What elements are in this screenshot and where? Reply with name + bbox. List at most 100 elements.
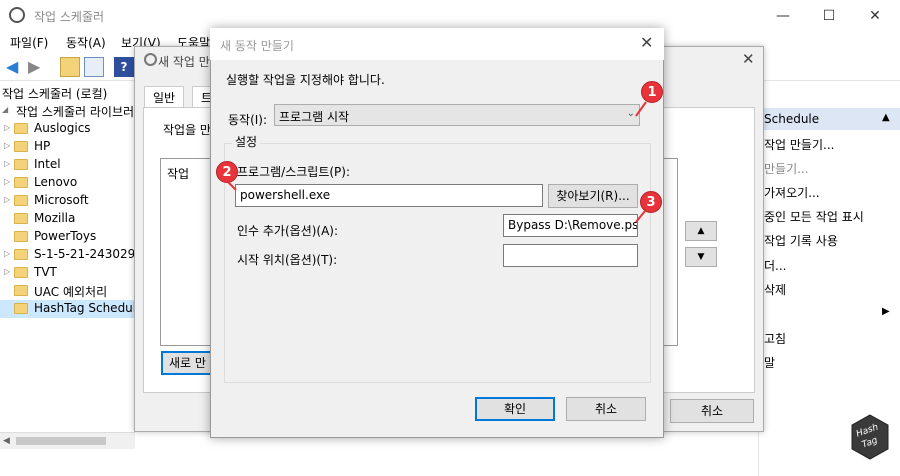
tree-item[interactable]: ▷ S-1-5-21-2430291	[0, 246, 135, 264]
folder-icon	[14, 195, 28, 206]
folder-icon	[14, 177, 28, 188]
tab-general[interactable]: 일반	[144, 86, 185, 108]
action-label: 동작(I):	[228, 113, 268, 127]
back-icon[interactable]: ◀	[6, 57, 26, 77]
tree-item[interactable]: ▷ Lenovo	[0, 174, 135, 192]
arguments-label: 인수 추가(옵션)(A):	[237, 224, 339, 238]
submenu-arrow-icon[interactable]: ▶	[882, 306, 890, 317]
tree-item[interactable]: UAC 예외처리	[0, 282, 135, 300]
new-task-dialog-title: 새 작업 만	[158, 55, 210, 69]
settings-group-label: 설정	[232, 133, 261, 150]
tree-item[interactable]: PowerToys	[0, 228, 135, 246]
chevron-down-icon[interactable]: ⌄	[627, 108, 635, 119]
action-refresh[interactable]: 고침	[764, 330, 786, 347]
actions-header[interactable]: Schedule ▲	[758, 108, 900, 130]
chevron-right-icon[interactable]: ▷	[4, 177, 10, 186]
chevron-right-icon[interactable]: ▷	[4, 159, 10, 168]
folder-icon	[14, 141, 28, 152]
folder-icon	[14, 285, 28, 296]
tree-item[interactable]: ▷ HP	[0, 138, 135, 156]
tree-item-library[interactable]: ◢ 작업 스케줄러 라이브러리	[0, 102, 135, 120]
action-new-folder[interactable]: 더...	[764, 257, 786, 274]
tree-item-selected[interactable]: HashTag Schedule	[0, 300, 135, 318]
scrollbar-thumb[interactable]	[16, 437, 106, 445]
close-icon[interactable]: ✕	[852, 4, 898, 28]
action-import[interactable]: 가져오기...	[764, 184, 820, 201]
tree-item-label: TVT	[34, 265, 57, 279]
instruction-text: 실행할 작업을 지정해야 합니다.	[226, 73, 385, 87]
clock-icon	[9, 7, 25, 23]
tree-item-label: Microsoft	[34, 193, 89, 207]
close-icon[interactable]: ✕	[640, 33, 653, 52]
new-action-button[interactable]: 새로 만	[161, 351, 217, 375]
action-display-running[interactable]: 중인 모든 작업 표시	[764, 208, 864, 225]
tree-item[interactable]: ▷ Intel	[0, 156, 135, 174]
action-select-value: 프로그램 시작	[279, 110, 350, 124]
collapse-icon[interactable]: ▲	[882, 112, 890, 123]
tree-item[interactable]: ▷ TVT	[0, 264, 135, 282]
tree-item-label: Lenovo	[34, 175, 78, 189]
browse-button[interactable]: 찾아보기(R)...	[548, 184, 638, 208]
callout-badge-1: 1	[641, 81, 663, 103]
program-label: 프로그램/스크립트(P):	[237, 165, 351, 179]
folder-icon	[14, 303, 28, 314]
close-icon[interactable]: ✕	[742, 50, 755, 68]
chevron-right-icon[interactable]: ▷	[4, 249, 10, 258]
callout-badge-2: 2	[216, 161, 238, 183]
cancel-button[interactable]: 취소	[566, 397, 646, 421]
folder-icon	[14, 249, 28, 260]
folder-icon	[14, 123, 28, 134]
maximize-icon[interactable]: ☐	[806, 4, 852, 28]
scroll-left-icon[interactable]: ◀	[3, 436, 10, 446]
new-task-cancel-button[interactable]: 취소	[670, 399, 754, 423]
clock-icon	[144, 53, 157, 66]
minimize-icon[interactable]: —	[760, 4, 806, 28]
start-in-input[interactable]	[503, 244, 638, 267]
arguments-input[interactable]: Bypass D:\Remove.ps1	[503, 214, 638, 237]
action-help[interactable]: 말	[764, 354, 775, 371]
tree-item-label: UAC 예외처리	[34, 285, 108, 299]
actions-header-label: Schedule	[764, 112, 820, 126]
tree-item-root[interactable]: 작업 스케줄러 (로컬)	[0, 84, 135, 102]
show-hide-tree-icon[interactable]	[84, 57, 104, 77]
chevron-right-icon[interactable]: ▷	[4, 195, 10, 204]
window-title: 작업 스케줄러	[34, 10, 105, 24]
program-input[interactable]: powershell.exe	[235, 184, 543, 207]
action-enable-history[interactable]: 작업 기록 사용	[764, 232, 838, 249]
action-delete[interactable]: 삭제	[764, 281, 786, 298]
ok-button[interactable]: 확인	[475, 397, 555, 421]
hashtag-logo: Hash Tag	[850, 414, 890, 460]
list-header-action: 작업	[167, 167, 190, 181]
chevron-right-icon[interactable]: ▷	[4, 267, 10, 276]
main-titlebar: 작업 스케줄러 — ☐ ✕	[0, 0, 900, 31]
action-select[interactable]: 프로그램 시작 ⌄	[274, 104, 640, 126]
action-create[interactable]: 만들기...	[764, 160, 809, 177]
folder-up-icon[interactable]	[60, 57, 80, 77]
folder-icon	[14, 231, 28, 242]
tree-item-label: S-1-5-21-2430291	[34, 247, 135, 261]
tree-horizontal-scrollbar[interactable]: ◀	[0, 432, 135, 449]
tree-item-label: Mozilla	[34, 211, 76, 225]
move-down-button[interactable]: ▼	[685, 247, 717, 267]
chevron-right-icon[interactable]: ▷	[4, 141, 10, 150]
tree-item[interactable]: ▷ Microsoft	[0, 192, 135, 210]
folder-icon	[14, 213, 28, 224]
help-icon[interactable]: ?	[114, 57, 134, 77]
tree-item-label: 작업 스케줄러 라이브러리	[16, 105, 135, 119]
tree-item-label: PowerToys	[34, 229, 97, 243]
menu-file[interactable]: 파일(F)	[10, 34, 48, 51]
panel-instruction: 작업을 만	[163, 123, 211, 137]
chevron-down-icon[interactable]: ◢	[2, 105, 8, 114]
move-up-button[interactable]: ▲	[685, 221, 717, 241]
forward-icon[interactable]: ▶	[28, 57, 48, 77]
chevron-right-icon[interactable]: ▷	[4, 123, 10, 132]
menu-action[interactable]: 동작(A)	[66, 34, 106, 51]
folder-icon	[14, 159, 28, 170]
folder-icon	[14, 267, 28, 278]
tree-item-label: 작업 스케줄러 (로컬)	[2, 87, 108, 101]
action-create-task[interactable]: 작업 만들기...	[764, 136, 834, 153]
tree-item[interactable]: ▷ Auslogics	[0, 120, 135, 138]
tree-item-label: Intel	[34, 157, 61, 171]
tree-item[interactable]: Mozilla	[0, 210, 135, 228]
start-in-label: 시작 위치(옵션)(T):	[237, 253, 338, 267]
